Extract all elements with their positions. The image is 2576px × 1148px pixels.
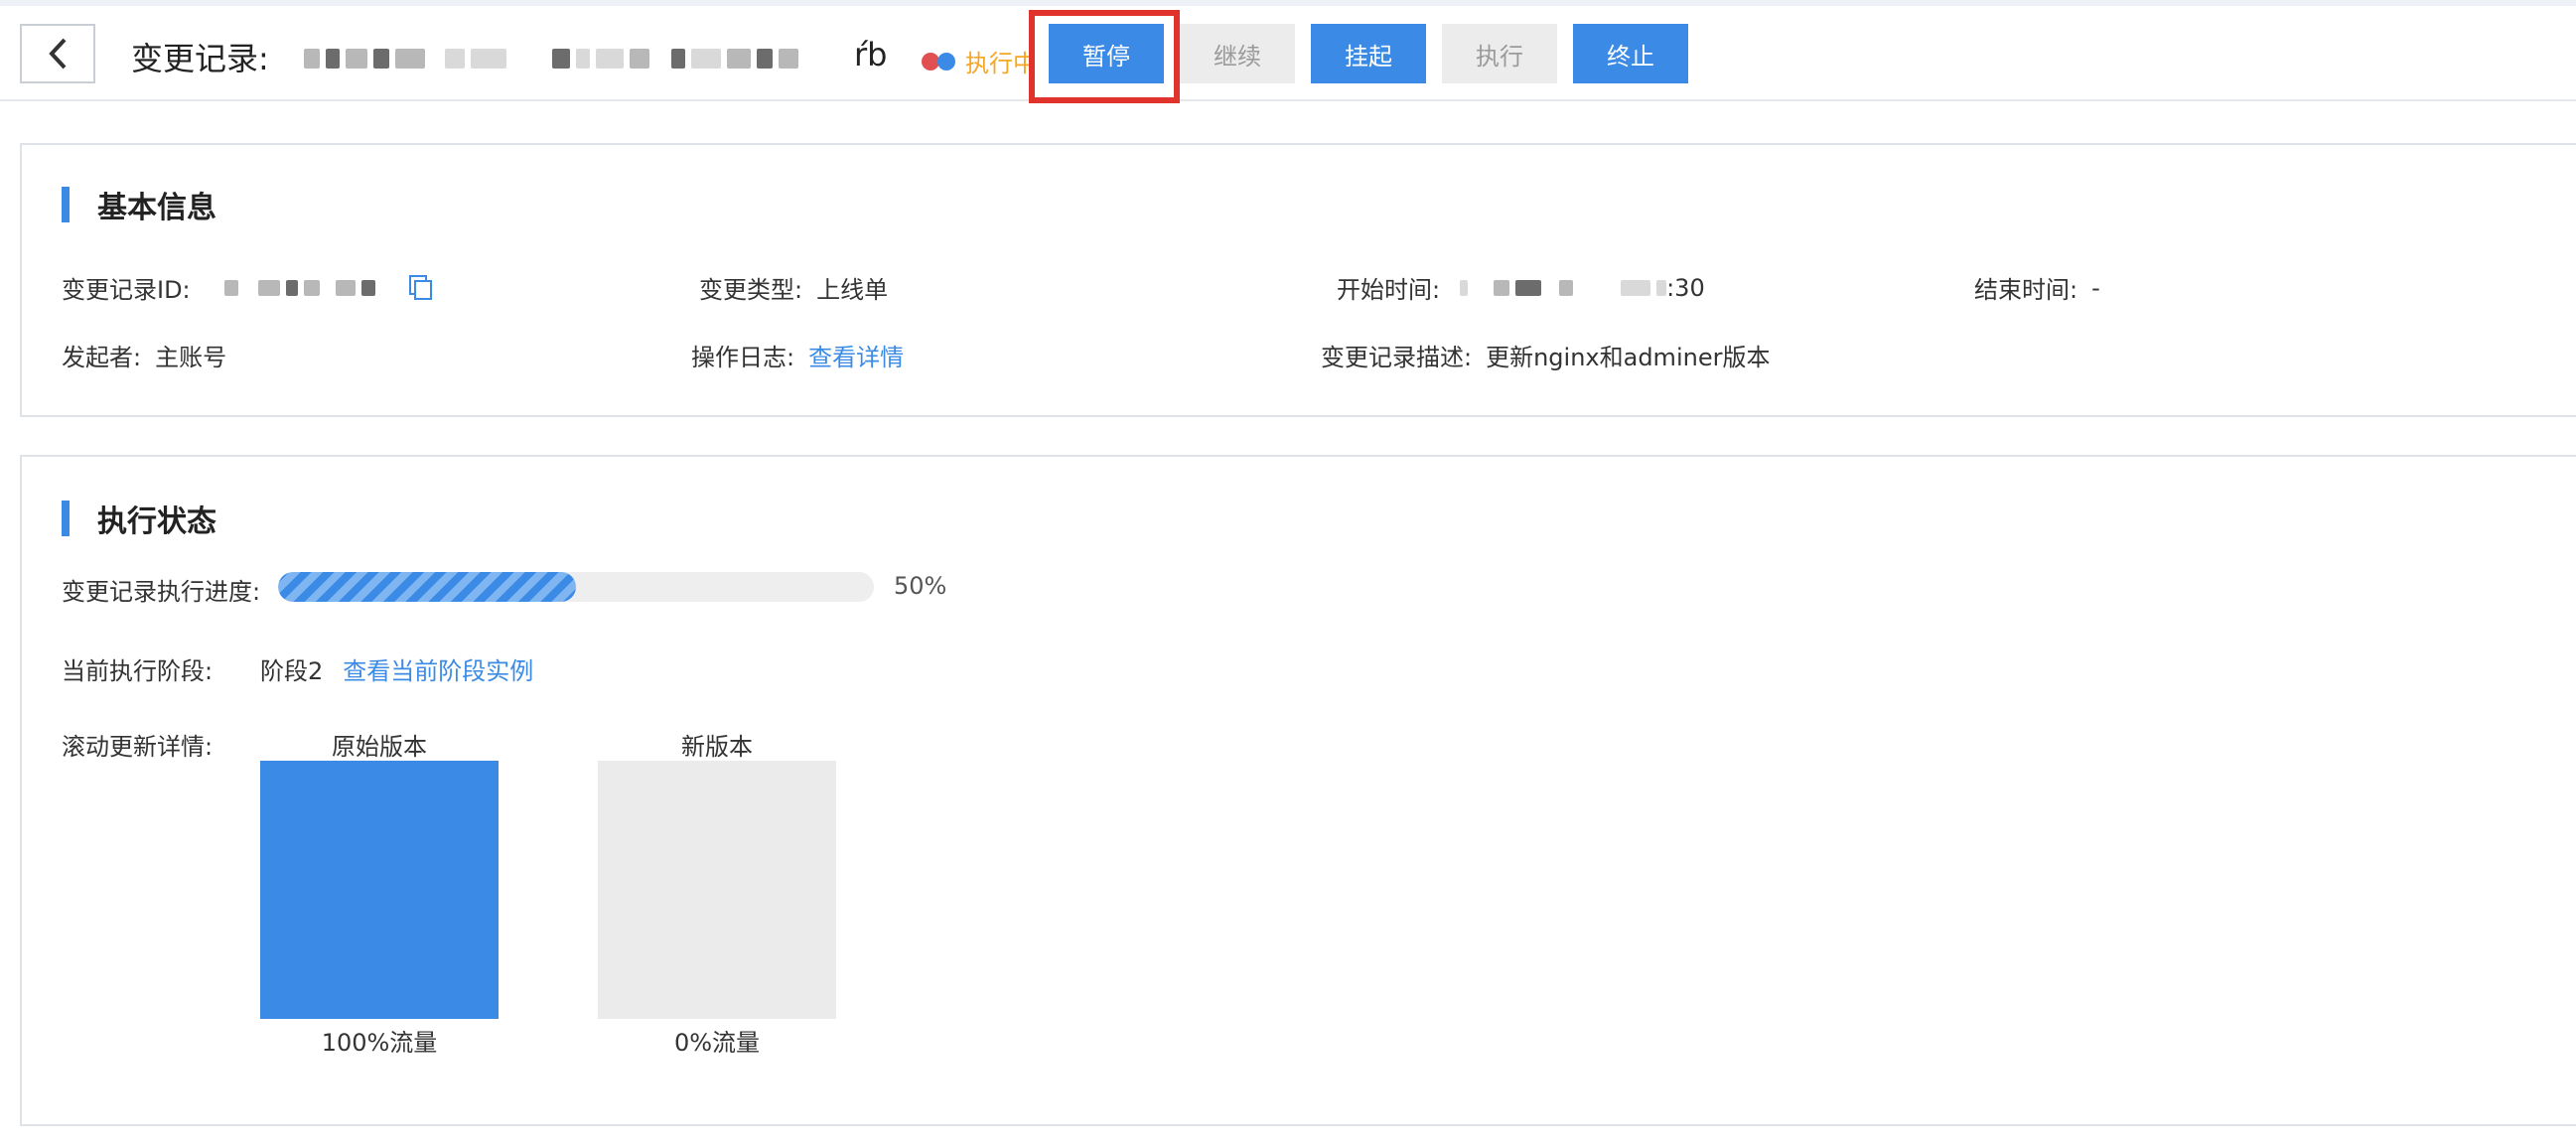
operation-log-label: 操作日志: bbox=[691, 344, 795, 371]
start-time-field: 开始时间: :30 bbox=[1337, 270, 1705, 305]
execution-status-title: 执行状态 bbox=[62, 497, 216, 540]
status-indicator: 执行中 bbox=[922, 44, 1037, 78]
basic-info-title: 基本信息 bbox=[62, 183, 216, 226]
new-version-label: 新版本 bbox=[681, 733, 753, 761]
record-id-field: 变更记录ID: bbox=[62, 270, 433, 305]
initiator-label: 发起者: bbox=[62, 344, 142, 371]
execution-status-panel: 执行状态 变更记录执行进度: 50% 当前执行阶段: 阶段2 查看当前阶段实例 … bbox=[20, 455, 2576, 1126]
section-accent-bar bbox=[62, 501, 70, 536]
description-field: 变更记录描述: 更新nginx和adminer版本 bbox=[1321, 338, 1770, 372]
page-header: 变更记录: ŕb 执行中 暂停 继续 挂起 执行 终止 bbox=[0, 6, 2576, 103]
suspend-button[interactable]: 挂起 bbox=[1311, 24, 1426, 83]
end-time-label: 结束时间: bbox=[1974, 276, 2078, 304]
end-time-field: 结束时间: - bbox=[1974, 270, 2100, 305]
progress-label: 变更记录执行进度: bbox=[62, 578, 261, 606]
redacted-record-id bbox=[223, 276, 375, 300]
resume-button[interactable]: 继续 bbox=[1180, 24, 1295, 83]
status-dot-blue-icon bbox=[937, 52, 955, 71]
current-stage-label: 当前执行阶段: bbox=[62, 657, 214, 685]
description-label: 变更记录描述: bbox=[1321, 344, 1473, 371]
progress-bar bbox=[278, 572, 874, 602]
change-type-field: 变更类型: 上线单 bbox=[699, 270, 888, 305]
pause-button-highlight bbox=[1029, 10, 1180, 103]
view-stage-instances-link[interactable]: 查看当前阶段实例 bbox=[343, 651, 533, 686]
operation-log-field: 操作日志: 查看详情 bbox=[691, 338, 904, 372]
section-accent-bar bbox=[62, 187, 70, 222]
rolling-update-label: 滚动更新详情: bbox=[62, 733, 214, 761]
basic-info-panel: 基本信息 变更记录ID: 变更类型: 上线单 开始时间: :30 结束时间: -… bbox=[20, 143, 2576, 417]
record-id-label: 变更记录ID: bbox=[62, 276, 191, 304]
original-version-traffic: 100%流量 bbox=[321, 1029, 438, 1057]
change-type-value: 上线单 bbox=[816, 276, 889, 304]
terminate-button[interactable]: 终止 bbox=[1573, 24, 1688, 83]
page-title: 变更记录: bbox=[131, 40, 269, 77]
change-type-label: 变更类型: bbox=[699, 276, 803, 304]
current-stage-field: 阶段2 查看当前阶段实例 bbox=[260, 651, 533, 686]
redacted-record-name bbox=[304, 44, 798, 73]
progress-percent: 50% bbox=[894, 572, 947, 600]
start-time-tail: :30 bbox=[1666, 273, 1705, 302]
record-name-tail: ŕb bbox=[854, 36, 888, 73]
original-version-bar bbox=[260, 761, 499, 1019]
chevron-left-icon bbox=[49, 38, 67, 70]
initiator-field: 发起者: 主账号 bbox=[62, 338, 226, 372]
status-text: 执行中 bbox=[965, 50, 1037, 77]
copy-icon[interactable] bbox=[408, 274, 433, 301]
initiator-value: 主账号 bbox=[155, 344, 227, 371]
progress-bar-fill bbox=[278, 572, 576, 602]
original-version-label: 原始版本 bbox=[332, 733, 427, 761]
start-time-label: 开始时间: bbox=[1337, 276, 1441, 304]
description-value: 更新nginx和adminer版本 bbox=[1486, 344, 1771, 371]
view-details-link[interactable]: 查看详情 bbox=[808, 338, 904, 372]
current-stage-value: 阶段2 bbox=[260, 657, 324, 685]
redacted-start-time bbox=[1460, 276, 1667, 300]
new-version-bar bbox=[598, 761, 836, 1019]
end-time-value: - bbox=[2091, 273, 2100, 302]
new-version-traffic: 0%流量 bbox=[673, 1029, 761, 1057]
execute-button[interactable]: 执行 bbox=[1442, 24, 1557, 83]
back-button[interactable] bbox=[20, 24, 95, 83]
